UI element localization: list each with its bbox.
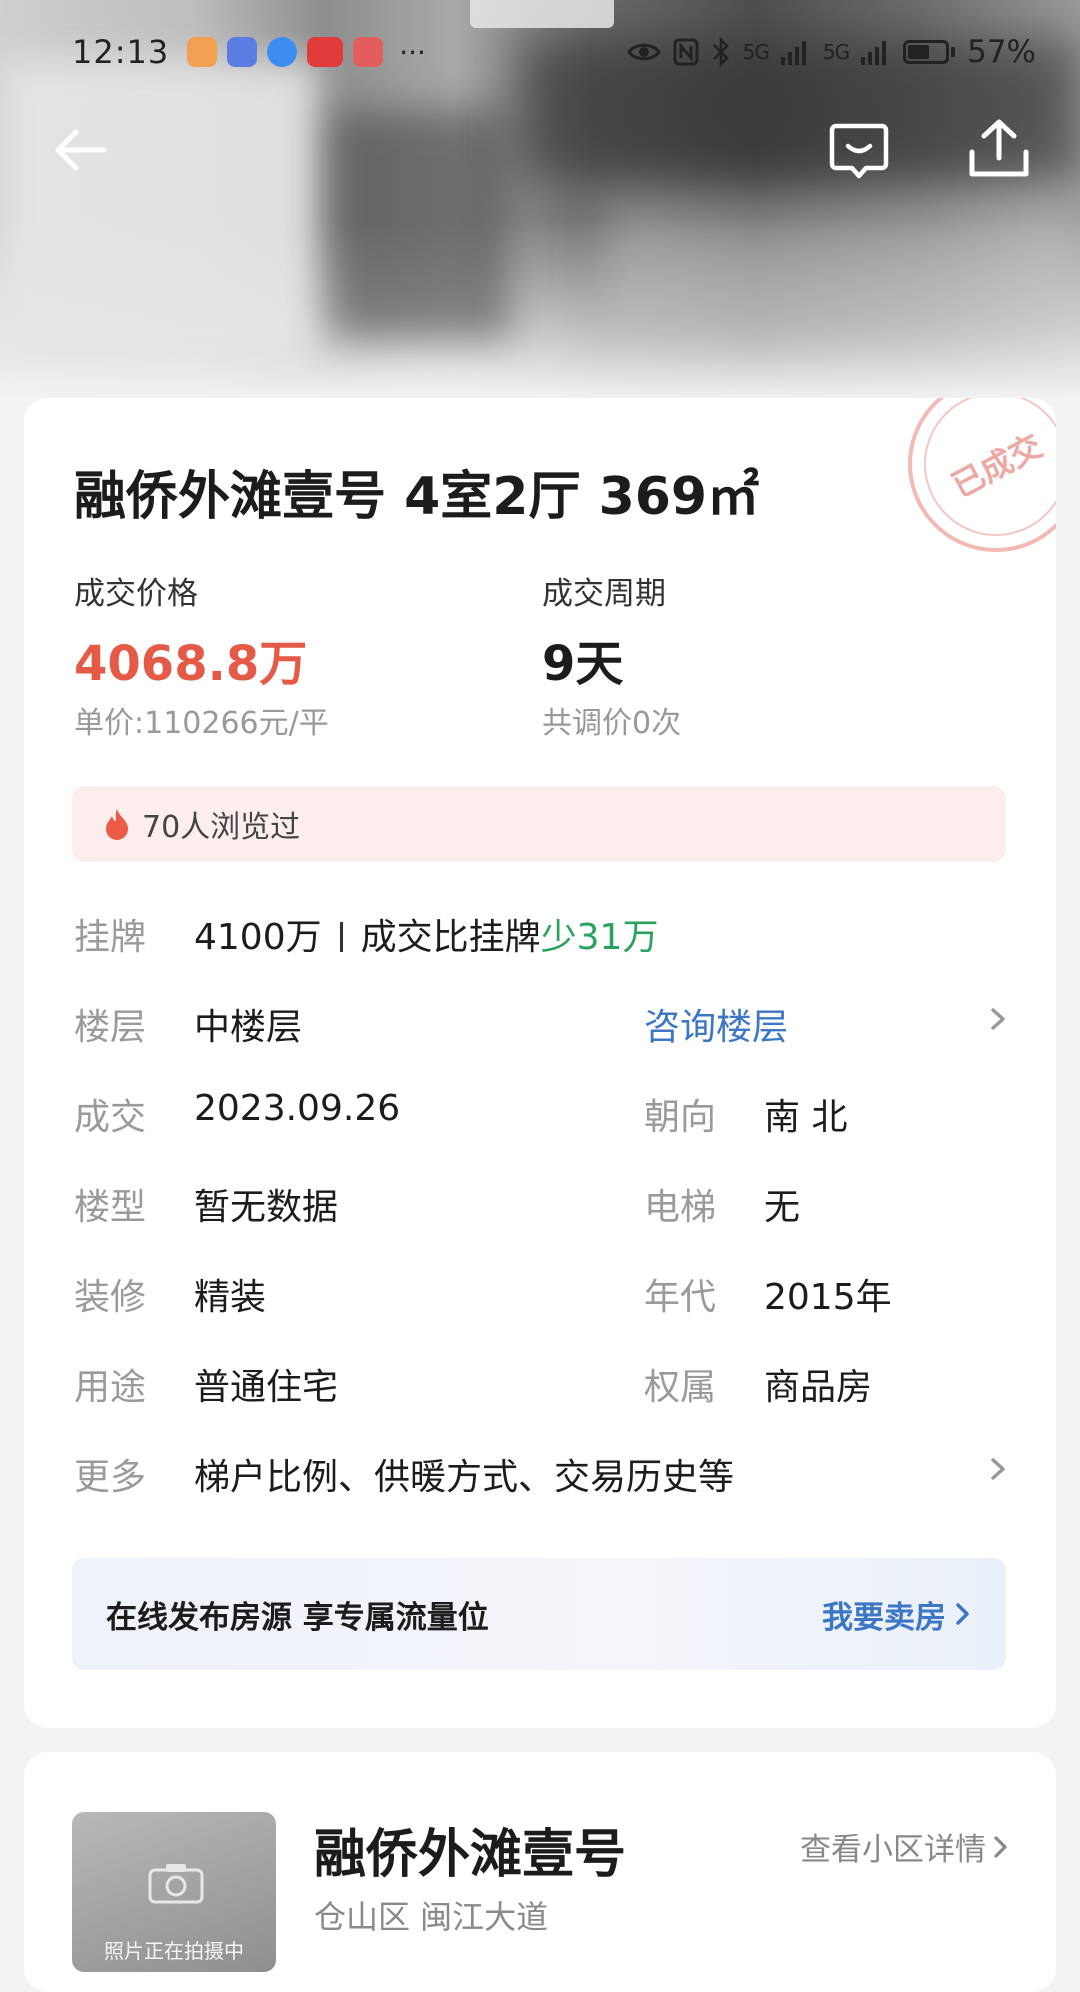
community-details-label: 查看小区详情 — [800, 1832, 986, 1868]
deal-period-label: 成交周期 — [542, 576, 666, 612]
compare-value: 少31万 — [540, 917, 659, 958]
signal-label-1: 5G — [742, 40, 770, 64]
chevron-right-icon[interactable] — [986, 1004, 1010, 1034]
status-bar: 12:13 ··· 5G 5G 57% — [0, 28, 1080, 76]
detail-row-floor[interactable]: 楼层 中楼层 咨询楼层 — [24, 998, 1056, 1058]
deal-period: 9天 — [542, 636, 624, 692]
signal-label-2: 5G — [822, 40, 850, 64]
detail-label: 朝向 — [644, 1097, 717, 1138]
detail-value: 中楼层 — [194, 1007, 303, 1048]
divider — [339, 922, 343, 952]
detail-value: 精装 — [194, 1277, 267, 1318]
back-arrow-icon[interactable] — [50, 120, 110, 180]
unit-price: 单价:110266元/平 — [74, 706, 329, 741]
detail-row-building-type: 楼型 暂无数据 电梯 无 — [24, 1178, 1056, 1238]
top-nav — [0, 110, 1080, 190]
banner-text: 在线发布房源 享专属流量位 — [106, 1599, 489, 1636]
sell-house-button[interactable]: 我要卖房 — [822, 1592, 972, 1637]
detail-value: 商品房 — [764, 1367, 873, 1408]
consult-floor-link[interactable]: 咨询楼层 — [644, 998, 788, 1050]
battery-icon — [903, 40, 956, 64]
chevron-right-icon — [994, 1835, 1007, 1858]
detail-value: 普通住宅 — [194, 1367, 339, 1408]
deal-price-label: 成交价格 — [74, 576, 198, 612]
chevron-right-icon — [956, 1603, 969, 1625]
community-name: 融侨外滩壹号 — [314, 1825, 627, 1885]
community-address: 仓山区 闽江大道 — [314, 1898, 549, 1936]
community-thumbnail[interactable]: 照片正在拍摄中 — [72, 1812, 276, 1972]
listing-card: 已成交 融侨外滩壹号 4室2厅 369㎡ 成交价格 4068.8万 单价:110… — [24, 398, 1056, 1728]
share-icon[interactable] — [964, 114, 1034, 184]
bluetooth-icon — [712, 37, 729, 67]
price-adjustments: 共调价0次 — [542, 706, 682, 741]
detail-label: 楼层 — [74, 1007, 147, 1048]
flame-icon — [106, 809, 128, 840]
detail-value: 梯户比例、供暖方式、交易历史等 — [194, 1457, 735, 1498]
detail-value: 2023.09.26 — [194, 1088, 401, 1129]
nfc-icon — [673, 38, 699, 66]
app-notification-icon — [227, 37, 258, 67]
detail-label: 权属 — [644, 1367, 717, 1408]
message-icon[interactable] — [826, 118, 892, 184]
community-card[interactable]: 照片正在拍摄中 融侨外滩壹号 仓山区 闽江大道 查看小区详情 — [24, 1752, 1056, 1992]
detail-label: 电梯 — [644, 1187, 717, 1228]
detail-value: 无 — [764, 1187, 801, 1228]
detail-label: 成交 — [74, 1097, 147, 1138]
camera-icon — [148, 1864, 204, 1904]
detail-row-decoration: 装修 精装 年代 2015年 — [24, 1268, 1056, 1328]
detail-label: 楼型 — [74, 1187, 147, 1228]
signal-icon — [861, 41, 887, 65]
detail-row-usage: 用途 普通住宅 权属 商品房 — [24, 1358, 1056, 1418]
battery-percent: 57% — [967, 34, 1036, 70]
notification-app-icons: ··· — [187, 36, 426, 69]
detail-label: 装修 — [74, 1277, 147, 1318]
thumbnail-caption: 照片正在拍摄中 — [104, 1939, 244, 1963]
views-banner: 70人浏览过 — [72, 786, 1006, 862]
chevron-right-icon[interactable] — [986, 1454, 1010, 1484]
stamp-text: 已成交 — [945, 426, 1049, 506]
listing-price-value: 4100万 — [194, 917, 322, 958]
more-notifications-indicator: ··· — [399, 35, 426, 69]
deal-closed-stamp: 已成交 — [876, 398, 1056, 584]
community-details-link[interactable]: 查看小区详情 — [800, 1824, 1010, 1869]
detail-value: 2015年 — [764, 1277, 892, 1318]
detail-label: 用途 — [74, 1367, 147, 1408]
app-notification-icon — [187, 37, 218, 67]
detail-row-more[interactable]: 更多 梯户比例、供暖方式、交易历史等 — [24, 1448, 1056, 1508]
deal-price: 4068.8万 — [74, 636, 308, 692]
detail-label: 挂牌 — [74, 917, 147, 958]
front-camera-cutout — [470, 0, 614, 28]
compare-prefix: 成交比挂牌 — [360, 917, 541, 958]
sell-house-label: 我要卖房 — [822, 1599, 946, 1636]
status-time: 12:13 — [72, 33, 170, 71]
signal-icon — [780, 41, 806, 65]
eye-comfort-icon — [626, 43, 661, 61]
detail-label: 年代 — [644, 1277, 717, 1318]
views-count: 70人浏览过 — [142, 810, 301, 845]
detail-value: 南 北 — [764, 1097, 848, 1138]
detail-label: 更多 — [74, 1457, 147, 1498]
detail-value: 暂无数据 — [194, 1187, 339, 1228]
sell-house-banner[interactable]: 在线发布房源 享专属流量位 我要卖房 — [72, 1558, 1006, 1670]
app-notification-icon — [307, 37, 344, 67]
detail-row-deal-date: 成交 2023.09.26 朝向 南 北 — [24, 1088, 1056, 1148]
app-notification-icon — [267, 37, 298, 67]
detail-value: 4100万 成交比挂牌少31万 — [194, 908, 658, 960]
listing-title: 融侨外滩壹号 4室2厅 369㎡ — [74, 467, 760, 527]
app-notification-icon — [353, 37, 384, 67]
detail-row-listing-price: 挂牌 4100万 成交比挂牌少31万 — [24, 908, 1056, 968]
